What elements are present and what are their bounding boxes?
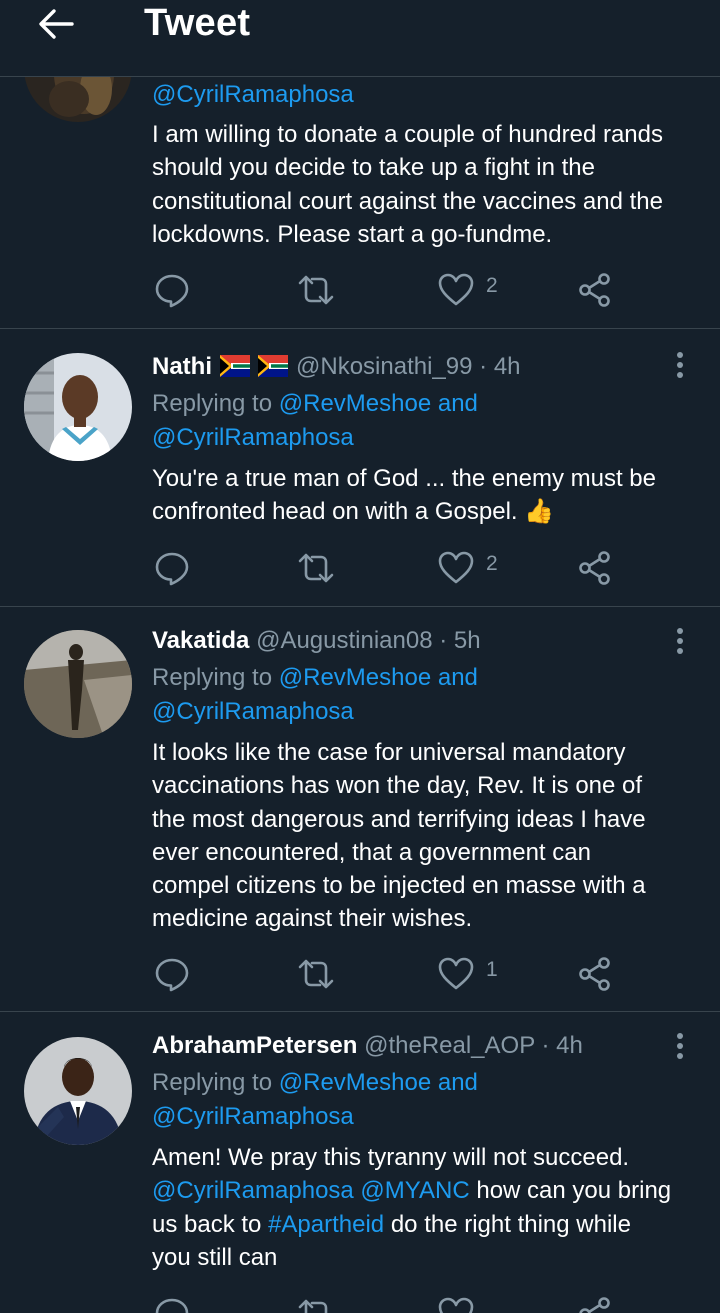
- tweet-text-fragment: us back to: [152, 1210, 269, 1238]
- replying-to: Replying to @RevMeshoe and: [152, 1066, 478, 1100]
- retweet-icon: [298, 275, 334, 305]
- more-icon[interactable]: [670, 626, 690, 656]
- tweet-text-fragment: how can you bring: [469, 1177, 672, 1205]
- like-count: 2: [486, 552, 498, 575]
- replying-prefix: Replying to: [152, 664, 273, 691]
- tweet-text: You're a true man of God ... the enemy m…: [152, 462, 712, 529]
- author-handle[interactable]: @theReal_AOP: [364, 1032, 535, 1059]
- author-handle[interactable]: @Augustinian08: [256, 627, 432, 654]
- tweet-text-line: You're a true man of God ... the enemy m…: [152, 465, 656, 492]
- tweet-reply[interactable]: AbrahamPetersen @theReal_AOP · 4h Replyi…: [0, 1012, 720, 1313]
- tweet-text-line: medicine against their wishes.: [152, 905, 473, 933]
- share-icon: [579, 1297, 610, 1313]
- tweet-text: Amen! We pray this tyranny will not succ…: [152, 1141, 712, 1274]
- tweet-text-line: confronted head on with a Gospel. 👍: [152, 498, 555, 526]
- tweet-text-line: @CyrilRamaphosa @MYANC how can you bring: [152, 1174, 712, 1207]
- replying-prefix: Replying to: [152, 1069, 273, 1096]
- tweet-thread-screen: Tweet @CyrilRamaphosa I am willing to do…: [0, 0, 720, 1313]
- tweet-text-line: vaccinations has won the day, Rev. It is…: [152, 772, 643, 800]
- replying-mention[interactable]: @CyrilRamaphosa: [152, 421, 354, 455]
- tweet-text-line: ever encountered, that a government can: [152, 838, 591, 866]
- tweet-header: Vakatida @Augustinian08 · 5h: [152, 626, 481, 656]
- author-name[interactable]: Vakatida: [152, 627, 249, 654]
- tweet-text-line: Amen! We pray this tyranny will not succ…: [152, 1144, 630, 1171]
- like-count: 1: [486, 958, 498, 981]
- top-app-bar: Tweet: [0, 0, 720, 77]
- tweet-text-line: us back to #Apartheid do the right thing…: [152, 1208, 712, 1241]
- like-icon: [438, 1297, 474, 1313]
- tweet-mention-line[interactable]: @CyrilRamaphosa: [152, 78, 354, 112]
- separator-dot: ·: [439, 627, 448, 654]
- replying-mention[interactable]: @CyrilRamaphosa: [152, 1100, 354, 1134]
- avatar[interactable]: [24, 353, 132, 461]
- avatar[interactable]: [24, 1037, 132, 1145]
- replying-link[interactable]: @RevMeshoe and: [279, 664, 478, 691]
- south-africa-flag-icon: [258, 355, 289, 377]
- tweet-header: Nathi @Nkosinathi_99 · 4h: [152, 352, 521, 382]
- tweet-reply[interactable]: Nathi @Nkosinathi_99 · 4h Replying to @R…: [0, 329, 720, 606]
- retweet-icon: [298, 1299, 328, 1313]
- share-icon: [579, 551, 610, 585]
- tweet-time[interactable]: 4h: [494, 353, 521, 380]
- replying-prefix: Replying to: [152, 390, 273, 417]
- more-icon[interactable]: [670, 350, 690, 380]
- like-icon: [438, 273, 474, 306]
- more-icon[interactable]: [670, 1031, 690, 1061]
- tweet-text-line: should you decide to take up a fight in …: [152, 154, 595, 182]
- retweet-icon: [298, 553, 334, 583]
- hashtag-link[interactable]: #Apartheid: [268, 1211, 384, 1238]
- replying-link[interactable]: @RevMeshoe and: [279, 1069, 478, 1096]
- separator-dot: ·: [479, 353, 488, 380]
- tweet-actions: [152, 1292, 632, 1313]
- replying-to: Replying to @RevMeshoe and: [152, 387, 478, 421]
- replying-link[interactable]: @RevMeshoe and: [279, 390, 478, 417]
- tweet-text-fragment: do the right thing while: [384, 1210, 631, 1238]
- tweet-text-line: lockdowns. Please start a go-fundme.: [152, 220, 553, 248]
- reply-icon: [155, 958, 189, 992]
- tweet-text-line: compel citizens to be injected en masse …: [152, 872, 646, 900]
- share-icon: [579, 273, 610, 307]
- page-title: Tweet: [144, 2, 251, 44]
- author-name[interactable]: AbrahamPetersen: [152, 1032, 357, 1059]
- tweet-time[interactable]: 5h: [454, 627, 481, 654]
- author-name[interactable]: Nathi: [152, 353, 212, 380]
- tweet-reply[interactable]: Vakatida @Augustinian08 · 5h Replying to…: [0, 607, 720, 1011]
- share-icon: [579, 957, 610, 991]
- replies-feed[interactable]: @CyrilRamaphosa I am willing to donate a…: [0, 0, 720, 1313]
- tweet-text-line: you still can: [152, 1243, 278, 1271]
- tweet-text-line: constitutional court against the vaccine…: [152, 187, 663, 215]
- like-icon: [438, 957, 474, 990]
- back-arrow-icon[interactable]: [34, 4, 80, 44]
- tweet-header: AbrahamPetersen @theReal_AOP · 4h: [152, 1031, 583, 1061]
- tweet-text-line: the most dangerous and terrifying ideas …: [152, 805, 646, 833]
- separator-dot: ·: [541, 1032, 550, 1059]
- reply-icon: [155, 1298, 189, 1313]
- tweet-time[interactable]: 4h: [556, 1032, 583, 1059]
- tweet-actions: 2: [152, 268, 632, 308]
- reply-icon: [155, 274, 189, 308]
- tweet-mentions[interactable]: @CyrilRamaphosa @MYANC: [152, 1177, 470, 1204]
- retweet-icon: [298, 959, 334, 989]
- tweet-actions: 1: [152, 952, 632, 992]
- author-handle[interactable]: @Nkosinathi_99: [296, 353, 472, 380]
- like-icon: [438, 551, 474, 584]
- tweet-text: It looks like the case for universal man…: [152, 736, 712, 936]
- tweet-actions: 2: [152, 546, 632, 586]
- like-count: 2: [486, 274, 498, 297]
- reply-icon: [155, 552, 189, 586]
- tweet-text: I am willing to donate a couple of hundr…: [152, 118, 712, 251]
- replying-mention[interactable]: @CyrilRamaphosa: [152, 695, 354, 729]
- south-africa-flag-icon: [219, 355, 250, 377]
- avatar[interactable]: [24, 630, 132, 738]
- replying-to: Replying to @RevMeshoe and: [152, 661, 478, 695]
- tweet-text-line: I am willing to donate a couple of hundr…: [152, 121, 663, 148]
- tweet-text-line: It looks like the case for universal man…: [152, 739, 626, 766]
